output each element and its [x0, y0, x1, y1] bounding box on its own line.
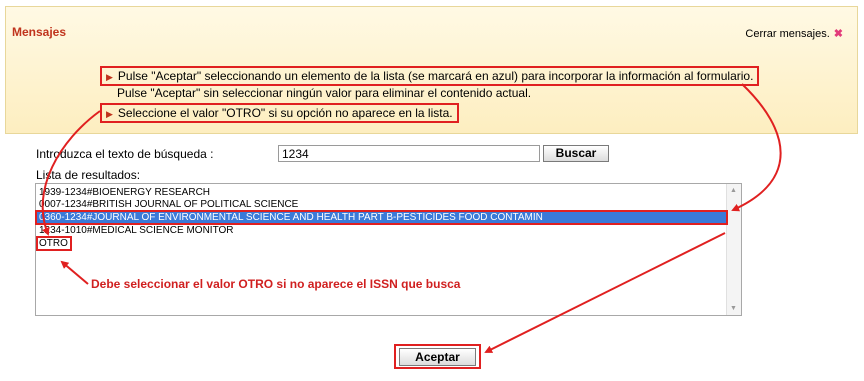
- arrow-annotation-otro: [60, 260, 89, 285]
- arrow-to-accept: [484, 232, 726, 353]
- arrow-to-otro: [41, 110, 101, 236]
- annotation-arrows: [41, 83, 782, 353]
- arrow-to-selected: [731, 83, 782, 212]
